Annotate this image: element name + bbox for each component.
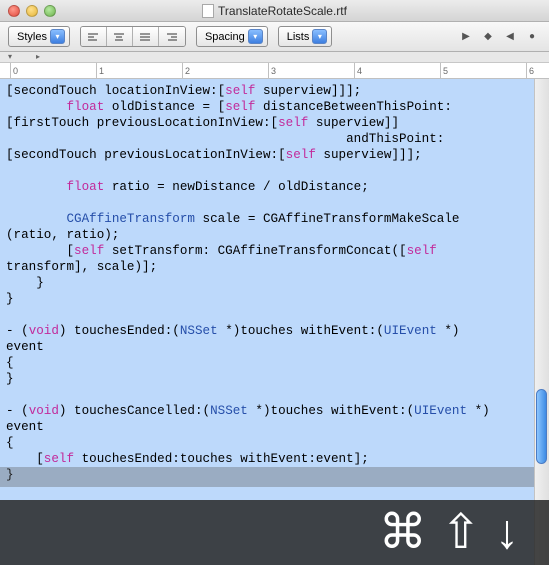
chevron-down-icon: ▾	[312, 29, 327, 44]
ruler-tick: 3	[268, 63, 276, 79]
styles-dropdown[interactable]: Styles ▾	[8, 26, 70, 47]
zoom-icon[interactable]	[44, 5, 56, 17]
app-window: TranslateRotateScale.rtf Styles ▾ Spacin…	[0, 0, 549, 565]
tab-diamond-button[interactable]: ◆	[479, 28, 497, 46]
ruler-tick: 2	[182, 63, 190, 79]
tab-stop-strip[interactable]: ▾ ▸	[0, 52, 549, 63]
align-center-button[interactable]	[107, 27, 133, 46]
ruler[interactable]: 0 1 2 3 4 5 6	[0, 63, 549, 79]
document-icon	[202, 4, 214, 18]
align-justify-button[interactable]	[133, 27, 159, 46]
align-right-icon	[166, 32, 178, 42]
align-left-icon	[87, 32, 99, 42]
scrollbar-thumb[interactable]	[536, 389, 547, 464]
spacing-dropdown[interactable]: Spacing ▾	[196, 26, 268, 47]
shortcut-overlay: ⌘ ⇧ ↓	[0, 500, 549, 565]
tab-right-button[interactable]: ▶	[457, 28, 475, 46]
indent-marker-icon[interactable]: ▾	[8, 52, 16, 60]
align-left-button[interactable]	[81, 27, 107, 46]
window-controls	[8, 5, 56, 17]
down-arrow-key-icon: ↓	[495, 509, 519, 557]
tab-left-button[interactable]: ◀	[501, 28, 519, 46]
chevron-down-icon: ▾	[50, 29, 65, 44]
lists-label: Lists	[287, 31, 310, 43]
window-title: TranslateRotateScale.rtf	[0, 4, 549, 18]
editor: [secondTouch locationInView:[self superv…	[0, 79, 549, 565]
code-text[interactable]: [secondTouch locationInView:[self superv…	[0, 79, 534, 565]
minimize-icon[interactable]	[26, 5, 38, 17]
spacing-label: Spacing	[205, 31, 245, 43]
align-justify-icon	[139, 32, 151, 42]
alignment-group	[80, 26, 186, 47]
shift-key-icon: ⇧	[441, 509, 481, 557]
ruler-tick: 1	[96, 63, 104, 79]
chevron-down-icon: ▾	[248, 29, 263, 44]
align-center-icon	[113, 32, 125, 42]
ruler-tick: 0	[10, 63, 18, 79]
vertical-scrollbar[interactable]	[534, 79, 549, 565]
ruler-tick: 5	[440, 63, 448, 79]
toolbar: Styles ▾ Spacing ▾ Lists ▾ ▶	[0, 22, 549, 52]
toolbar-right: ▶ ◆ ◀ ●	[457, 28, 541, 46]
close-icon[interactable]	[8, 5, 20, 17]
tab-marker-icon[interactable]: ▸	[36, 52, 44, 60]
ruler-tick: 6	[526, 63, 534, 79]
ruler-tick: 4	[354, 63, 362, 79]
command-key-icon: ⌘	[379, 509, 427, 557]
lists-dropdown[interactable]: Lists ▾	[278, 26, 333, 47]
tab-circle-button[interactable]: ●	[523, 28, 541, 46]
titlebar[interactable]: TranslateRotateScale.rtf	[0, 0, 549, 22]
window-title-text: TranslateRotateScale.rtf	[218, 4, 347, 18]
styles-label: Styles	[17, 31, 47, 43]
align-right-button[interactable]	[159, 27, 185, 46]
